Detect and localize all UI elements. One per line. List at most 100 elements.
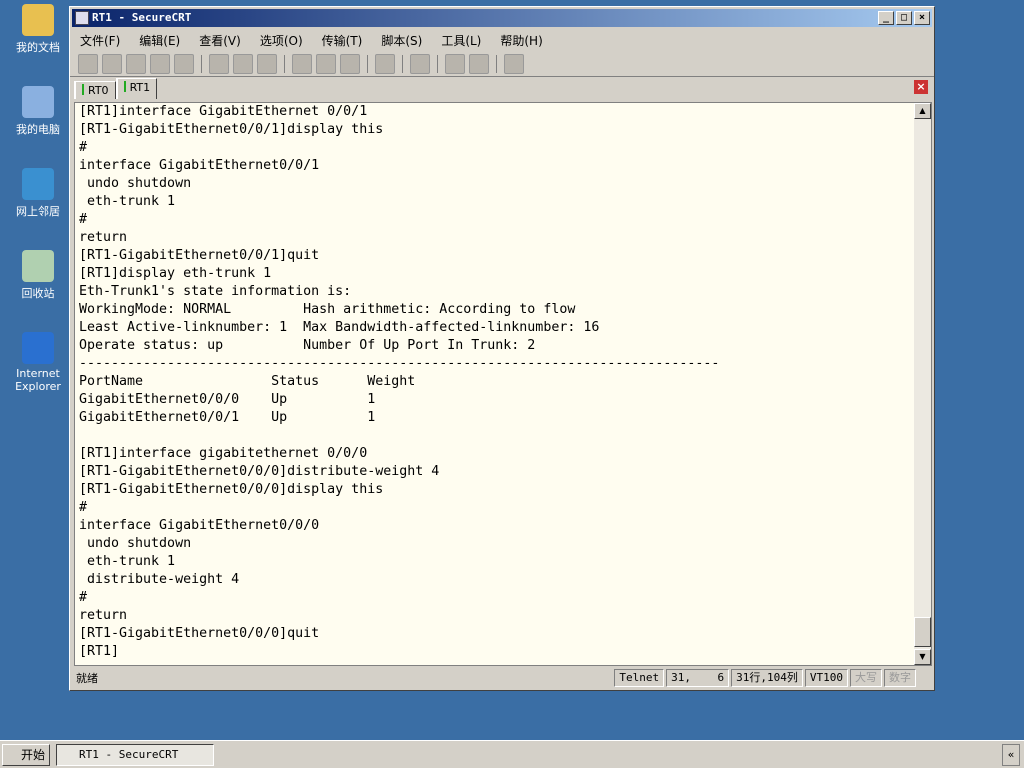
status-protocol: Telnet — [614, 669, 665, 687]
menu-item[interactable]: 工具(L) — [441, 32, 481, 49]
desktop-icon[interactable]: 我的文档 — [4, 4, 72, 55]
toolbar-button[interactable] — [469, 53, 489, 74]
menu-item[interactable]: 查看(V) — [199, 32, 241, 49]
taskbar: 开始 RT1 - SecureCRT « — [0, 740, 1024, 768]
status-ready: 就绪 — [76, 672, 98, 685]
terminal-line: # — [79, 140, 88, 155]
toolbar-button[interactable] — [174, 53, 194, 74]
terminal-line: [RT1]interface gigabitethernet 0/0/0 — [79, 446, 368, 461]
status-bar: 就绪 Telnet 31, 6 31行,104列 VT100 大写 数字 — [70, 666, 934, 690]
terminal-line: [RT1-GigabitEthernet0/0/0]quit — [79, 626, 320, 641]
terminal-line: undo shutdown — [79, 536, 192, 551]
status-emulation: VT100 — [804, 669, 848, 687]
toolbar-button[interactable] — [445, 53, 465, 74]
toolbar-separator — [402, 54, 403, 73]
toolbar-separator — [367, 54, 368, 73]
terminal-line: # — [79, 212, 88, 227]
toolbar-button[interactable] — [375, 53, 395, 74]
desktop-icon[interactable]: 我的电脑 — [4, 86, 72, 137]
menu-item[interactable]: 选项(O) — [260, 32, 303, 49]
terminal-line: [RT1-GigabitEthernet0/0/1]quit — [79, 248, 320, 263]
toolbar-button[interactable] — [150, 53, 170, 74]
desktop-icon[interactable]: 回收站 — [4, 250, 72, 301]
terminal-line: GigabitEthernet0/0/0 Up 1 — [79, 392, 376, 407]
status-cursor: 31, 6 — [666, 669, 730, 687]
toolbar-button[interactable] — [504, 53, 524, 74]
toolbar-button[interactable] — [410, 53, 430, 74]
terminal-line: undo shutdown — [79, 176, 192, 191]
terminal-line: GigabitEthernet0/0/1 Up 1 — [79, 410, 376, 425]
toolbar-button[interactable] — [209, 53, 229, 74]
status-caps: 大写 — [850, 669, 882, 687]
scroll-down-icon[interactable]: ▼ — [914, 649, 931, 665]
desktop-icon[interactable]: 网上邻居 — [4, 168, 72, 219]
terminal-line: distribute-weight 4 — [79, 572, 240, 587]
session-tabs: RT0 RT1 × — [70, 77, 934, 99]
desktop-icon-label: 我的电脑 — [16, 123, 60, 136]
terminal-line: [RT1] — [79, 644, 120, 659]
taskbar-item-securecrt[interactable]: RT1 - SecureCRT — [56, 744, 214, 766]
menu-item[interactable]: 传输(T) — [322, 32, 363, 49]
toolbar-separator — [284, 54, 285, 73]
desktop-icon-label: 我的文档 — [16, 41, 60, 54]
desktop-icon-image — [22, 168, 54, 200]
title-bar[interactable]: RT1 - SecureCRT _ □ × — [72, 9, 932, 27]
toolbar-separator — [437, 54, 438, 73]
desktop-icon-image — [22, 332, 54, 364]
scrollbar[interactable]: ▲ ▼ — [914, 103, 931, 665]
toolbar-button[interactable] — [78, 53, 98, 74]
terminal-line: [RT1]interface GigabitEthernet 0/0/1 — [79, 104, 368, 119]
tab-rt1[interactable]: RT1 — [115, 78, 158, 99]
toolbar-button[interactable] — [126, 53, 146, 74]
desktop-icon-label: 网上邻居 — [16, 205, 60, 218]
terminal-line: [RT1-GigabitEthernet0/0/1]display this — [79, 122, 384, 137]
toolbar-button[interactable] — [233, 53, 253, 74]
toolbar-button[interactable] — [257, 53, 277, 74]
terminal-output: [RT1]interface GigabitEthernet 0/0/1 [RT1… — [79, 103, 719, 661]
terminal-line: [RT1]display eth-trunk 1 — [79, 266, 272, 281]
status-size: 31行,104列 — [731, 669, 803, 687]
toolbar-button[interactable] — [316, 53, 336, 74]
status-num: 数字 — [884, 669, 916, 687]
terminal[interactable]: [RT1]interface GigabitEthernet 0/0/1 [RT1… — [74, 102, 932, 666]
menu-item[interactable]: 帮助(H) — [500, 32, 542, 49]
terminal-line: ----------------------------------------… — [79, 356, 720, 371]
terminal-line: Eth-Trunk1's state information is: — [79, 284, 352, 299]
securecrt-window: RT1 - SecureCRT _ □ × 文件(F) 编辑(E) 查看(V) 选项(… — [69, 6, 935, 691]
terminal-line: interface GigabitEthernet0/0/1 — [79, 158, 320, 173]
close-tab-icon[interactable]: × — [914, 80, 928, 94]
terminal-line: PortName Status Weight — [79, 374, 416, 389]
desktop-icon-image — [22, 86, 54, 118]
minimize-button[interactable]: _ — [878, 11, 894, 25]
terminal-line: [RT1-GigabitEthernet0/0/0]distribute-wei… — [79, 464, 440, 479]
terminal-line: return — [79, 230, 128, 245]
scroll-up-icon[interactable]: ▲ — [914, 103, 931, 119]
terminal-line: Least Active-linknumber: 1 Max Bandwidth… — [79, 320, 600, 335]
terminal-line: interface GigabitEthernet0/0/0 — [79, 518, 320, 533]
terminal-line: Operate status: up Number Of Up Port In … — [79, 338, 536, 353]
window-title: RT1 - SecureCRT — [92, 11, 192, 24]
menu-item[interactable]: 文件(F) — [80, 32, 120, 49]
toolbar — [70, 51, 934, 77]
terminal-line: return — [79, 608, 128, 623]
desktop-icon-label: 回收站 — [21, 287, 55, 300]
desktop-icon-image — [22, 250, 54, 282]
toolbar-button[interactable] — [102, 53, 122, 74]
scroll-thumb[interactable] — [914, 617, 931, 647]
close-button[interactable]: × — [914, 11, 930, 25]
terminal-line: eth-trunk 1 — [79, 554, 176, 569]
start-button[interactable]: 开始 — [2, 744, 50, 766]
menu-item[interactable]: 脚本(S) — [381, 32, 422, 49]
desktop-icon[interactable]: Internet Explorer — [4, 332, 72, 393]
toolbar-button[interactable] — [340, 53, 360, 74]
menu-item[interactable]: 编辑(E) — [139, 32, 180, 49]
desktop-icon-image — [22, 4, 54, 36]
tray-expand-button[interactable]: « — [1002, 744, 1020, 766]
toolbar-separator — [201, 54, 202, 73]
terminal-line: # — [79, 500, 88, 515]
tab-rt0[interactable]: RT0 — [74, 81, 116, 99]
toolbar-button[interactable] — [292, 53, 312, 74]
desktop-icon-label: Internet Explorer — [15, 367, 61, 393]
maximize-button[interactable]: □ — [896, 11, 912, 25]
